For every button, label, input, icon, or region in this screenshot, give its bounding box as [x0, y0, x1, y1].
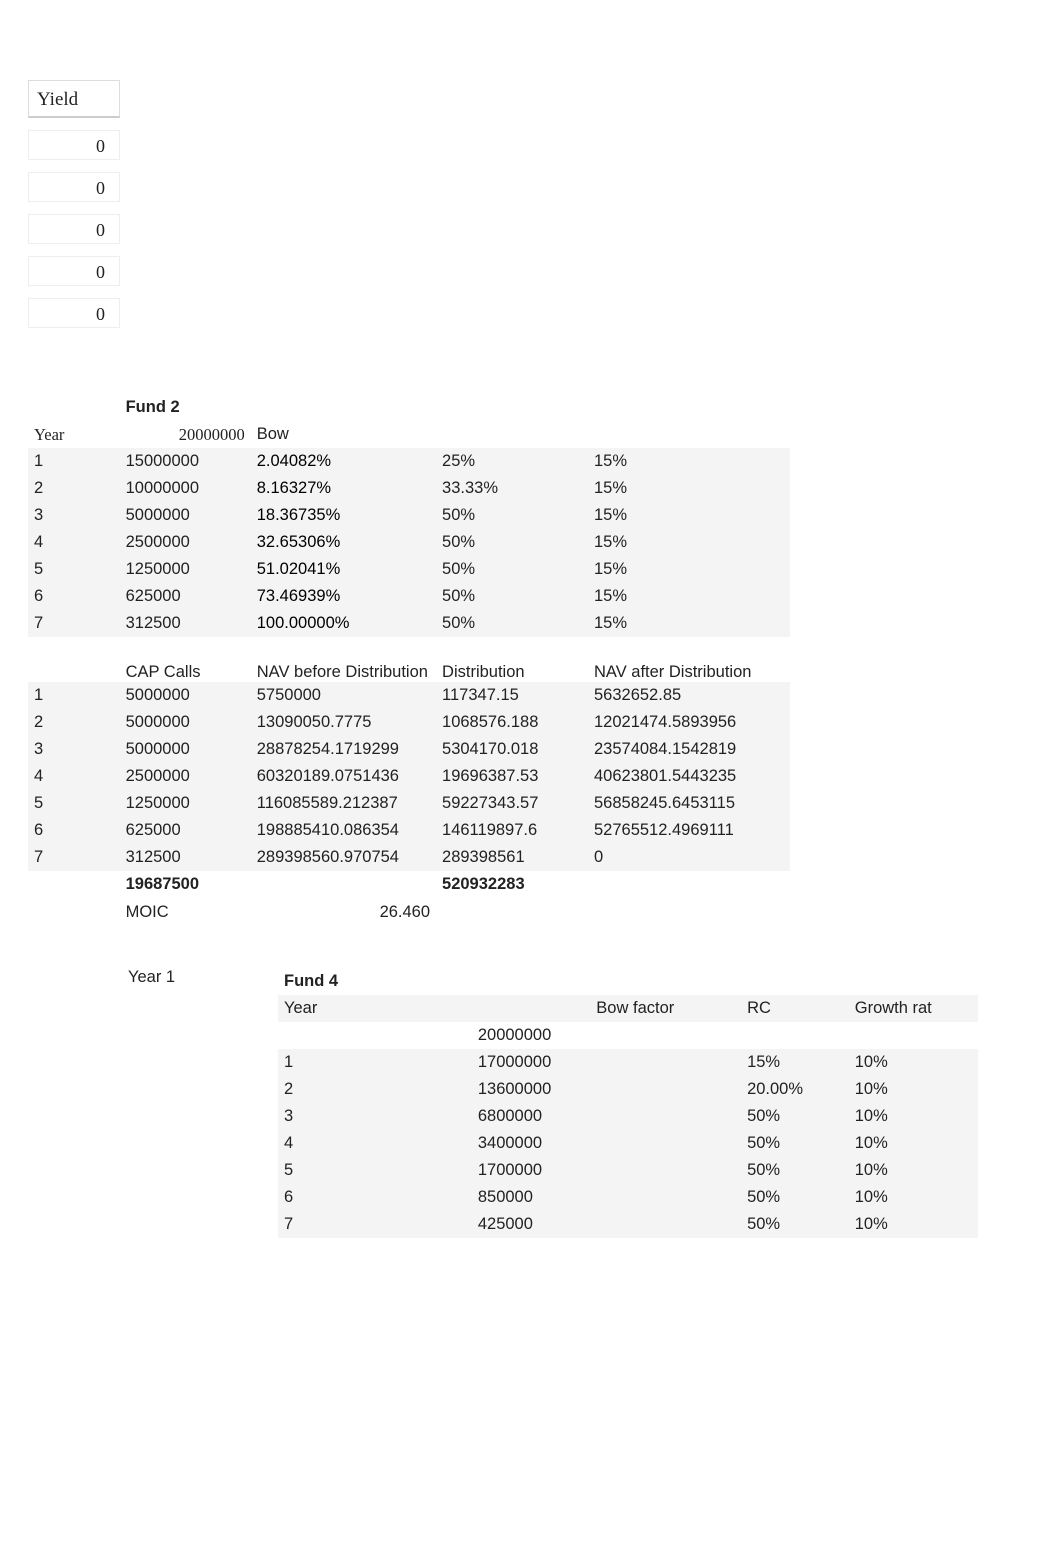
fund2-bow-header: Bow [251, 421, 436, 448]
total-dist: 520932283 [436, 871, 588, 898]
yield-block: Yield 0 0 0 0 0 [28, 80, 120, 328]
yield-header: Yield [28, 80, 120, 118]
fund2-table-top: Fund 2 Year 20000000 Bow 1 15000000 2.04… [28, 394, 790, 925]
fund2-section: Fund 2 Year 20000000 Bow 1 15000000 2.04… [28, 394, 790, 925]
hdr-navb: NAV before Distribution [251, 653, 436, 682]
moic-value: 26.460 [251, 898, 436, 925]
fund2-title: Fund 2 [120, 394, 251, 421]
yield-cell: 0 [28, 256, 120, 286]
fund4-table: Fund 4 Year Bow factor RC Growth rat 200… [278, 968, 978, 1238]
total-cap: 19687500 [120, 871, 251, 898]
cell-c1: 25% [436, 448, 588, 475]
yield-cell: 0 [28, 172, 120, 202]
fund4-bow-header: Bow factor [590, 995, 741, 1022]
moic-label: MOIC [120, 898, 251, 925]
fund4-top-value: 20000000 [472, 1022, 590, 1049]
yield-cell: 0 [28, 214, 120, 244]
yield-cell: 0 [28, 298, 120, 328]
fund4-title: Fund 4 [278, 968, 472, 995]
yield-cell: 0 [28, 130, 120, 160]
hdr-nava: NAV after Distribution [588, 653, 790, 682]
cell-year: 1 [28, 448, 120, 475]
cell-bow: 2.04082% [251, 448, 436, 475]
fund4-rc-header: RC [741, 995, 849, 1022]
fund4-growth-header: Growth rat [849, 995, 978, 1022]
year1-label: Year 1 [128, 968, 175, 987]
cell-c2: 15% [588, 448, 790, 475]
cell-val: 15000000 [120, 448, 251, 475]
fund4-section: Year 1 Fund 4 Year Bow factor RC Growth … [128, 968, 1028, 1238]
fund4-year-header: Year [278, 995, 472, 1022]
hdr-cap: CAP Calls [120, 653, 251, 682]
fund2-year-header: Year [28, 421, 120, 448]
hdr-dist: Distribution [436, 653, 588, 682]
fund2-top-value: 20000000 [120, 421, 251, 448]
